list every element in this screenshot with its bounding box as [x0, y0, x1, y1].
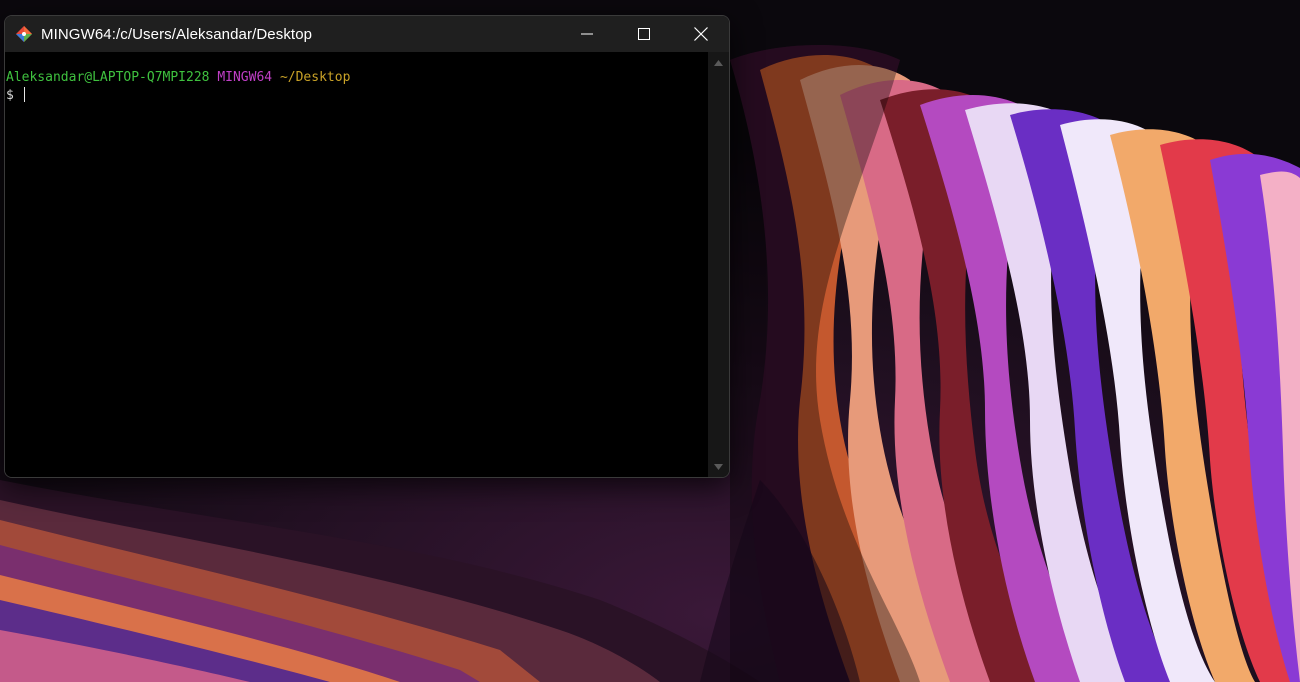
- scroll-up-arrow-icon[interactable]: [713, 59, 724, 67]
- command-line[interactable]: $: [5, 87, 708, 105]
- minimize-button[interactable]: [558, 16, 615, 52]
- minimize-icon: [580, 33, 593, 35]
- system-text: MINGW64: [217, 70, 273, 85]
- maximize-button[interactable]: [615, 16, 672, 52]
- window-controls: [558, 16, 729, 52]
- terminal-output[interactable]: Aleksandar@LAPTOP-Q7MPI228 MINGW64 ~/Des…: [5, 52, 708, 477]
- text-cursor: [23, 87, 25, 102]
- cwd-text: ~/Desktop: [279, 70, 351, 85]
- vertical-scrollbar[interactable]: [708, 52, 729, 477]
- title-bar[interactable]: MINGW64:/c/Users/Aleksandar/Desktop: [5, 16, 729, 52]
- window-title: MINGW64:/c/Users/Aleksandar/Desktop: [41, 25, 313, 43]
- prompt-info-line: Aleksandar@LAPTOP-Q7MPI228 MINGW64 ~/Des…: [5, 69, 708, 87]
- close-button[interactable]: [672, 16, 729, 52]
- close-icon: [693, 27, 708, 41]
- desktop: MINGW64:/c/Users/Aleksandar/Desktop Alek…: [0, 0, 1300, 682]
- prompt-symbol: $: [6, 88, 22, 103]
- git-bash-icon: [15, 25, 33, 43]
- maximize-icon: [637, 28, 650, 40]
- terminal-window[interactable]: MINGW64:/c/Users/Aleksandar/Desktop Alek…: [4, 15, 730, 478]
- scroll-down-arrow-icon[interactable]: [713, 463, 724, 471]
- user-host-text: Aleksandar@LAPTOP-Q7MPI228: [6, 70, 210, 85]
